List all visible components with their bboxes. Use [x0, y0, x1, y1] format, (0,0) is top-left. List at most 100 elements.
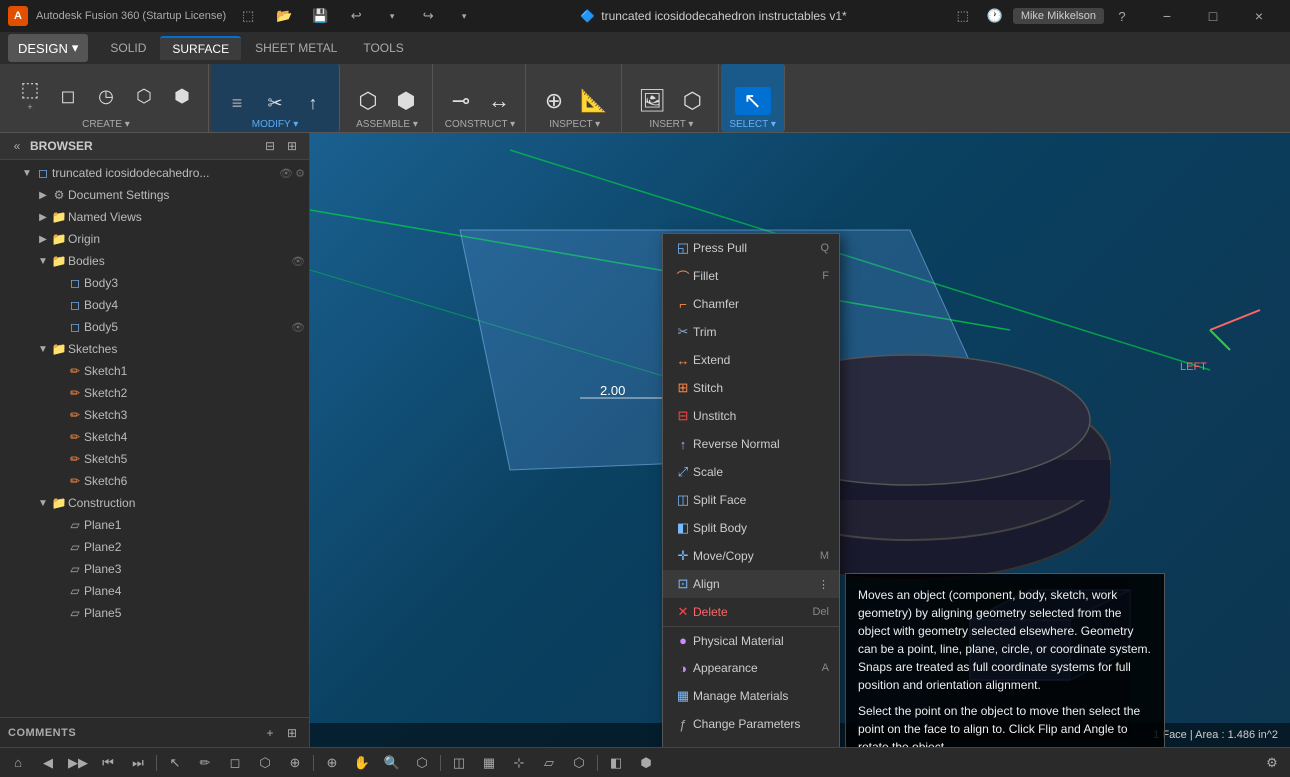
select-dropdown[interactable]: ▾ [771, 119, 776, 130]
tab-surface[interactable]: SURFACE [160, 36, 241, 60]
browser-item-plane5[interactable]: ▱ Plane5 [0, 602, 309, 624]
body5-eye-icon[interactable]: 👁 [291, 321, 305, 334]
bottom-orbit-btn[interactable]: ⊕ [318, 751, 346, 775]
bottom-settings-icon[interactable]: ⚙ [1258, 751, 1286, 775]
menu-scale[interactable]: ⤢ Scale [663, 458, 839, 486]
create-extrude-btn[interactable]: ⬚ + [12, 77, 48, 115]
browser-item-sketch6[interactable]: ✏ Sketch6 [0, 470, 309, 492]
root-eye-icon[interactable]: 👁 [279, 167, 293, 180]
bottom-home-btn[interactable]: ⌂ [4, 751, 32, 775]
construct-btn1[interactable]: ⊸ [443, 87, 479, 115]
bottom-select-btn[interactable]: ↖ [161, 751, 189, 775]
tab-sheet-metal[interactable]: SHEET METAL [243, 37, 349, 59]
browser-item-plane3[interactable]: ▱ Plane3 [0, 558, 309, 580]
new-button[interactable]: ⬚ [234, 4, 262, 28]
assemble-btn2[interactable]: ⬢ [388, 87, 424, 115]
save-button[interactable]: 💾 [306, 4, 334, 28]
comments-add-icon[interactable]: + [261, 724, 279, 742]
create-loft-btn[interactable]: ⬡ [126, 84, 162, 108]
browser-item-plane2[interactable]: ▱ Plane2 [0, 536, 309, 558]
bottom-snap-btn[interactable]: ⊹ [505, 751, 533, 775]
modify-fillet-btn[interactable]: ✂ [257, 91, 293, 115]
browser-item-sketch4[interactable]: ✏ Sketch4 [0, 426, 309, 448]
bottom-start-btn[interactable]: ⏮ [94, 751, 122, 775]
modify-dropdown[interactable]: ▾ [293, 119, 298, 130]
browser-root-item[interactable]: ▼ ◻ truncated icosidodecahedro... 👁 ⚙ [0, 162, 309, 184]
browser-item-doc-settings[interactable]: ▶ ⚙ Document Settings [0, 184, 309, 206]
bottom-components-btn[interactable]: ⬡ [251, 751, 279, 775]
menu-press-pull[interactable]: ◱ Press Pull Q [663, 234, 839, 262]
browser-item-origin[interactable]: ▶ 📁 Origin [0, 228, 309, 250]
create-sweep-btn[interactable]: ◷ [88, 84, 124, 108]
minimize-button[interactable]: − [1144, 0, 1190, 32]
assemble-btn1[interactable]: ⬡ [350, 87, 386, 115]
clock-icon[interactable]: 🕐 [981, 4, 1009, 28]
browser-item-sketches[interactable]: ▼ 📁 Sketches [0, 338, 309, 360]
browser-expand-icon[interactable]: ⊞ [283, 137, 301, 155]
bottom-fit-btn[interactable]: ⬡ [408, 751, 436, 775]
bottom-zoom-btn[interactable]: 🔍 [378, 751, 406, 775]
create-dropdown[interactable]: ▾ [125, 119, 130, 130]
construct-dropdown[interactable]: ▾ [510, 119, 515, 130]
inspect-dropdown[interactable]: ▾ [595, 119, 600, 130]
modify-press-pull-btn[interactable]: ≡ [219, 91, 255, 115]
close-button[interactable]: × [1236, 0, 1282, 32]
menu-chamfer[interactable]: ⌐ Chamfer [663, 290, 839, 318]
browser-item-body3[interactable]: ◻ Body3 [0, 272, 309, 294]
insert-btn1[interactable]: 🖼 [632, 87, 672, 115]
construct-btn2[interactable]: ↔ [481, 87, 517, 115]
browser-item-plane4[interactable]: ▱ Plane4 [0, 580, 309, 602]
browser-item-sketch3[interactable]: ✏ Sketch3 [0, 404, 309, 426]
bottom-render-btn[interactable]: ⬢ [632, 751, 660, 775]
undo-dropdown[interactable]: ▾ [378, 4, 406, 28]
root-settings-icon[interactable]: ⚙ [295, 167, 305, 180]
browser-collapse-icon[interactable]: « [8, 137, 26, 155]
bottom-pan-btn[interactable]: ✋ [348, 751, 376, 775]
menu-extend[interactable]: ↔ Extend [663, 346, 839, 374]
comments-expand-icon[interactable]: ⊞ [283, 724, 301, 742]
help-button[interactable]: ? [1108, 4, 1136, 28]
menu-align[interactable]: ⊡ Align ⋮ [663, 570, 839, 598]
browser-item-sketch1[interactable]: ✏ Sketch1 [0, 360, 309, 382]
browser-item-sketch2[interactable]: ✏ Sketch2 [0, 382, 309, 404]
bottom-back-btn[interactable]: ◀ [34, 751, 62, 775]
bottom-bodies-btn[interactable]: ◻ [221, 751, 249, 775]
user-button[interactable]: Mike Mikkelson [1013, 8, 1104, 24]
menu-trim[interactable]: ✂ Trim [663, 318, 839, 346]
bottom-perspective-btn[interactable]: ▱ [535, 751, 563, 775]
modify-more-btn[interactable]: ↑ [295, 91, 331, 115]
redo-dropdown[interactable]: ▾ [450, 4, 478, 28]
tab-tools[interactable]: TOOLS [351, 37, 415, 59]
bottom-end-btn[interactable]: ⏭ [124, 751, 152, 775]
browser-item-body4[interactable]: ◻ Body4 [0, 294, 309, 316]
bottom-display-btn[interactable]: ◫ [445, 751, 473, 775]
create-revolve-btn[interactable]: ◻ [50, 84, 86, 108]
browser-item-bodies[interactable]: ▼ 📁 Bodies 👁 [0, 250, 309, 272]
bottom-animate-btn[interactable]: ⬡ [565, 751, 593, 775]
menu-reverse-normal[interactable]: ↑ Reverse Normal [663, 430, 839, 458]
create-more-btn[interactable]: ⬢ [164, 84, 200, 108]
browser-item-plane1[interactable]: ▱ Plane1 [0, 514, 309, 536]
browser-item-named-views[interactable]: ▶ 📁 Named Views [0, 206, 309, 228]
viewport[interactable]: 2.00 LEFT ◱ Press Pull Q ⌒ Fillet F [310, 133, 1290, 747]
menu-unstitch[interactable]: ⊟ Unstitch [663, 402, 839, 430]
menu-delete[interactable]: ✕ Delete Del [663, 598, 839, 626]
bottom-forward-btn[interactable]: ▶▶ [64, 751, 92, 775]
browser-item-construction[interactable]: ▼ 📁 Construction [0, 492, 309, 514]
inspect-btn2[interactable]: 📐 [574, 87, 613, 115]
design-mode-button[interactable]: DESIGN ▾ [8, 34, 88, 62]
bottom-section-btn[interactable]: ◧ [602, 751, 630, 775]
menu-split-body[interactable]: ◧ Split Body [663, 514, 839, 542]
menu-compute-all[interactable]: ⟳ Compute All Ctrl+B [663, 738, 839, 747]
tab-solid[interactable]: SOLID [98, 37, 158, 59]
menu-change-parameters[interactable]: ƒ Change Parameters [663, 710, 839, 738]
menu-manage-materials[interactable]: ▦ Manage Materials [663, 682, 839, 710]
menu-fillet[interactable]: ⌒ Fillet F [663, 262, 839, 290]
menu-split-face[interactable]: ◫ Split Face [663, 486, 839, 514]
workspace-icon[interactable]: ⬚ [949, 4, 977, 28]
bottom-grid-btn[interactable]: ▦ [475, 751, 503, 775]
maximize-button[interactable]: □ [1190, 0, 1236, 32]
redo-button[interactable]: ↪ [414, 4, 442, 28]
open-button[interactable]: 📂 [270, 4, 298, 28]
insert-btn2[interactable]: ⬡ [674, 87, 710, 115]
